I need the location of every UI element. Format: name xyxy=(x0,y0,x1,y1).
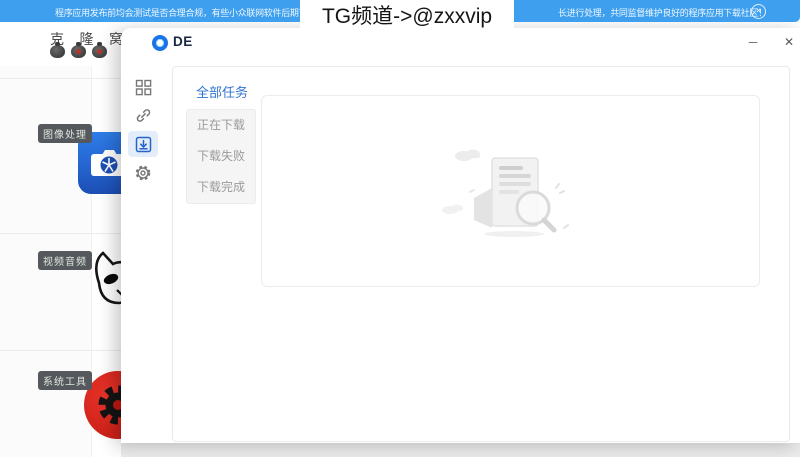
tab-completed[interactable]: 下载完成 xyxy=(187,172,255,203)
section-divider xyxy=(0,78,128,79)
apps-grid-icon[interactable] xyxy=(131,75,155,99)
pouch-icon xyxy=(92,42,107,58)
tab-downloading[interactable]: 正在下载 xyxy=(187,110,255,141)
background-app: 克 隆 窝 图像处理 视频音频 系统工具 xyxy=(0,0,152,457)
tasks-panel: 全部任务 正在下载 下载失败 下载完成 xyxy=(172,66,790,442)
download-manager-dialog: DE ─ ✕ 全部任务 正在下载 下载失败 下载完成 xyxy=(121,28,800,443)
app-logo-text: DE xyxy=(173,34,193,49)
link-icon[interactable] xyxy=(131,103,155,127)
close-button[interactable]: ✕ xyxy=(779,32,799,52)
banner-close-icon[interactable]: ✕ xyxy=(751,4,766,19)
tab-failed[interactable]: 下载失败 xyxy=(187,141,255,172)
behind-dialog-area xyxy=(121,443,800,457)
section-divider xyxy=(0,350,128,351)
task-list-empty-area xyxy=(261,95,760,287)
tg-channel-text: TG频道->@zxxvip xyxy=(321,5,493,28)
category-badge-system: 系统工具 xyxy=(38,371,92,390)
task-filter-list: 正在下载 下载失败 下载完成 xyxy=(186,109,256,204)
watermark-overlay: TG频道->@zxxvip xyxy=(300,0,514,30)
app-logo-ring-icon xyxy=(152,35,168,51)
banner-text-right: 长进行处理，共同监督维护良好的程序应用下载社区！ xyxy=(558,8,767,18)
pouch-icon xyxy=(50,42,65,58)
section-divider xyxy=(0,233,128,234)
category-badge-image: 图像处理 xyxy=(38,124,92,143)
settings-gear-icon[interactable] xyxy=(131,161,155,185)
document-search-illustration xyxy=(441,149,569,237)
pouch-icon xyxy=(71,42,86,58)
screen: 克 隆 窝 图像处理 视频音频 系统工具 DE ─ ✕ 全部任务 正在下载 下载… xyxy=(0,0,800,457)
category-badge-media: 视频音频 xyxy=(38,251,92,270)
minimize-button[interactable]: ─ xyxy=(743,32,763,52)
download-icon[interactable] xyxy=(128,131,158,157)
tab-all-tasks[interactable]: 全部任务 xyxy=(196,82,248,101)
banner-text-left: 程序应用发布前均会测试是否合理合规，有些小众联网软件后期可能 xyxy=(55,8,317,18)
currency-pouch-icons xyxy=(50,42,107,58)
